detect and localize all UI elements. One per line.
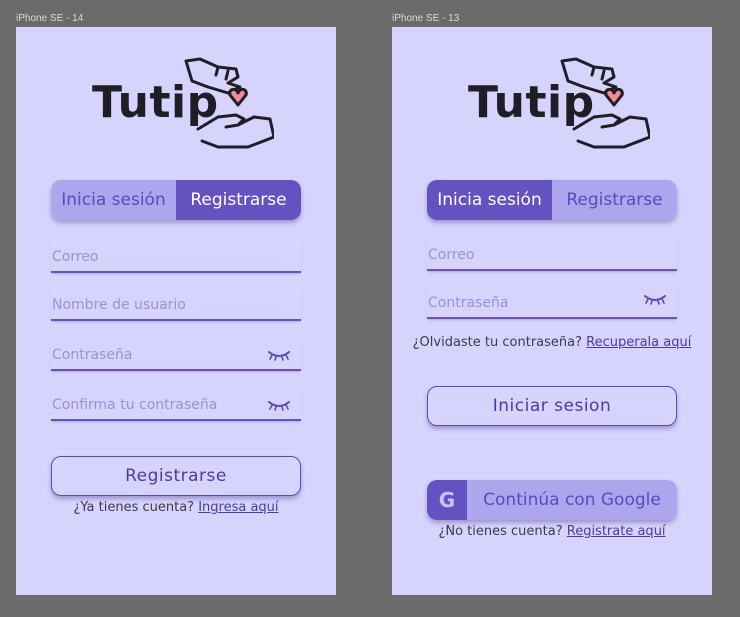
register-screen: Tutip Inicia sesión Registrarse Correo N… bbox=[16, 27, 336, 595]
register-prompt: ¿No tienes cuenta? Registrate aquí bbox=[392, 524, 712, 539]
eye-closed-icon[interactable] bbox=[643, 293, 667, 305]
email-placeholder: Correo bbox=[428, 247, 475, 263]
google-signin-button[interactable]: G Continúa con Google bbox=[427, 480, 677, 520]
password-field[interactable]: Contraseña bbox=[51, 337, 301, 371]
hands-heart-logo-icon bbox=[560, 57, 650, 149]
register-link[interactable]: Registrate aquí bbox=[567, 524, 666, 539]
login-button[interactable]: Iniciar sesion bbox=[427, 386, 677, 426]
frame-label-right: iPhone SE - 13 bbox=[392, 13, 460, 24]
frame-label-left: iPhone SE - 14 bbox=[16, 13, 84, 24]
email-placeholder: Correo bbox=[52, 249, 99, 265]
email-field[interactable]: Correo bbox=[427, 237, 677, 271]
tab-register[interactable]: Registrarse bbox=[176, 180, 301, 220]
forgot-password-text: ¿Olvidaste tu contraseña? bbox=[412, 335, 583, 350]
confirm-password-field[interactable]: Confirma tu contraseña bbox=[51, 387, 301, 421]
eye-closed-icon[interactable] bbox=[267, 399, 291, 411]
register-button[interactable]: Registrarse bbox=[51, 456, 301, 496]
confirm-password-placeholder: Confirma tu contraseña bbox=[52, 397, 218, 413]
login-prompt: ¿Ya tienes cuenta? Ingresa aquí bbox=[16, 500, 336, 515]
recover-password-link[interactable]: Recuperala aquí bbox=[586, 335, 691, 350]
password-placeholder: Contraseña bbox=[52, 347, 133, 363]
login-screen: Tutip Inicia sesión Registrarse Correo C… bbox=[392, 27, 712, 595]
hands-heart-logo-icon bbox=[184, 57, 274, 149]
forgot-password-prompt: ¿Olvidaste tu contraseña? Recuperala aqu… bbox=[392, 335, 712, 350]
username-placeholder: Nombre de usuario bbox=[52, 297, 186, 313]
email-field[interactable]: Correo bbox=[51, 239, 301, 273]
google-icon: G bbox=[427, 480, 467, 520]
google-signin-label: Continúa con Google bbox=[467, 480, 677, 520]
app-logo: Tutip bbox=[90, 57, 275, 152]
register-prompt-text: ¿No tienes cuenta? bbox=[438, 524, 563, 539]
auth-tabs: Inicia sesión Registrarse bbox=[427, 180, 677, 220]
tab-login[interactable]: Inicia sesión bbox=[427, 180, 552, 220]
eye-closed-icon[interactable] bbox=[267, 349, 291, 361]
tab-register[interactable]: Registrarse bbox=[552, 180, 677, 220]
tab-login[interactable]: Inicia sesión bbox=[51, 180, 176, 220]
login-prompt-text: ¿Ya tienes cuenta? bbox=[73, 500, 195, 515]
login-link[interactable]: Ingresa aquí bbox=[198, 500, 278, 515]
app-logo: Tutip bbox=[466, 57, 651, 152]
password-placeholder: Contraseña bbox=[428, 295, 509, 311]
auth-tabs: Inicia sesión Registrarse bbox=[51, 180, 301, 220]
password-field[interactable]: Contraseña bbox=[427, 285, 677, 319]
username-field[interactable]: Nombre de usuario bbox=[51, 287, 301, 321]
